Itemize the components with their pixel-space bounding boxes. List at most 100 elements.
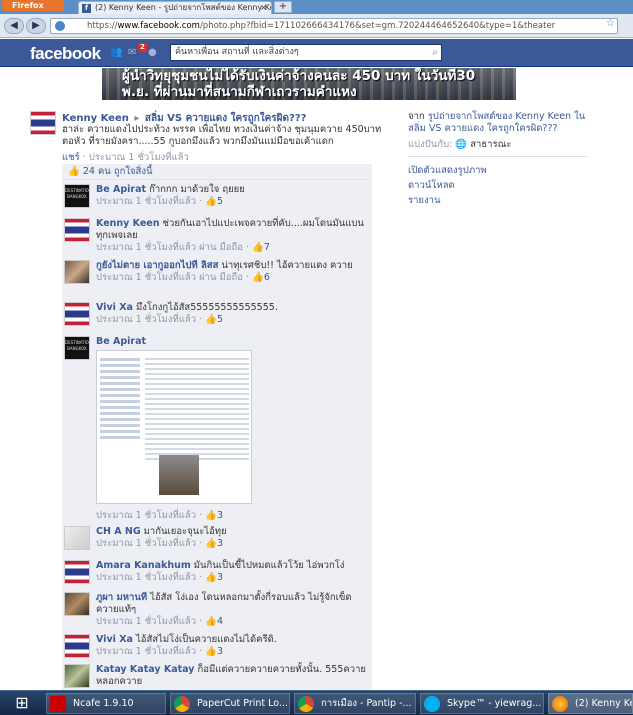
post-group-link[interactable]: สลิ่ม VS ควายแดง ใครถูกใครผิด??? [145, 113, 307, 124]
comment-item: Vivi Xa ไอ้สัสไม่โง่เป็นควายแดงไม่ได้ครี… [62, 632, 372, 664]
comment-item: Katay Katay Katay ก็อมีแต่ควายควายควายทั… [62, 662, 372, 692]
chrome-icon [174, 696, 190, 712]
forward-button[interactable]: ▶ [26, 18, 46, 34]
comment-meta: ประมาณ 1 ชั่วโมงที่แล้ว · 👍5 [96, 196, 224, 207]
commenter-avatar[interactable] [64, 634, 90, 658]
comment-like-count[interactable]: 6 [264, 272, 270, 283]
like-thumb-icon: 👍 [205, 196, 217, 207]
commenter-avatar[interactable] [64, 664, 90, 688]
browser-tab-active[interactable]: f (2) Kenny Keen - รูปถ่ายจากโพสต์ของ Ke… [78, 1, 272, 14]
site-identity-icon[interactable] [55, 21, 65, 31]
url-bar[interactable]: https://www.facebook.com/photo.php?fbid=… [50, 18, 618, 34]
new-tab-button[interactable]: + [274, 1, 292, 13]
likes-count[interactable]: 24 คน ถูกใจสิ่งนี้ [83, 166, 153, 177]
comment-like-count[interactable]: 7 [264, 242, 270, 253]
comment-time[interactable]: ประมาณ 1 ชั่วโมงที่แล้ว [96, 616, 196, 627]
commenter-name[interactable]: Be Apirat [96, 336, 146, 347]
comment-time[interactable]: ประมาณ 1 ชั่วโมงที่แล้ว [96, 272, 196, 283]
commenter-name[interactable]: Vivi Xa [96, 634, 133, 645]
comment-item: Kenny Keen ช่วยกันเอาไปแปะเพจควายที่คับ.… [62, 216, 372, 258]
comment-text: มันกินเป็นขี้ไปหมดแล้วโว้ย ไอ่พวกโง่ [193, 560, 345, 571]
comment-time[interactable]: ประมาณ 1 ชั่วโมงที่แล้ว [96, 538, 196, 549]
comment-via[interactable]: ผ่าน มือถือ [199, 272, 243, 283]
comment-like-count[interactable]: 3 [217, 510, 223, 521]
comment-via[interactable]: ผ่าน มือถือ [199, 242, 243, 253]
facebook-header: facebook 👥 ✉ 2 ● ค้นหาเพื่อน สถานที่ และ… [0, 39, 633, 67]
firefox-icon [552, 696, 568, 712]
taskbar-item-pantip[interactable]: การเมือง - Pantip -... [294, 693, 416, 714]
like-thumb-icon: 👍 [205, 616, 217, 627]
taskbar-item-papercut[interactable]: PaperCut Print Lo... [170, 693, 290, 714]
post-author-name[interactable]: Kenny Keen [62, 113, 129, 124]
taskbar-label: PaperCut Print Lo... [197, 698, 289, 709]
start-windows-icon[interactable]: ⊞ [4, 693, 40, 713]
comment-like-count[interactable]: 4 [217, 616, 223, 627]
commenter-avatar[interactable] [64, 560, 90, 584]
from-link[interactable]: รูปถ่ายจากโพสต์ของ Kenny Keen ใน สลิ่ม V… [408, 111, 585, 134]
comment-like-count[interactable]: 3 [217, 572, 223, 583]
comment-item: ภูผา มหานที ไอ้สัส โง่เอง โดนหลอกมาตั้งก… [62, 590, 372, 632]
comment-like-count[interactable]: 5 [217, 196, 223, 207]
commenter-avatar[interactable] [64, 526, 90, 550]
comment-like-count[interactable]: 3 [217, 646, 223, 657]
back-button[interactable]: ◀ [4, 18, 24, 34]
comment-like-count[interactable]: 5 [217, 314, 223, 325]
share-value[interactable]: สาธารณะ [470, 139, 511, 150]
photo-actions: เปิดตัวแสดงรูปภาพ ดาวน์โหลด รายงาน [408, 165, 487, 210]
skype-icon [424, 696, 440, 712]
notifications-icon[interactable]: ● [148, 47, 159, 58]
post-author-avatar[interactable] [30, 111, 56, 135]
comment-time[interactable]: ประมาณ 1 ชั่วโมงที่แล้ว [96, 314, 196, 325]
windows-taskbar: ⊞ Ncafe 1.9.10 PaperCut Print Lo... การเ… [0, 690, 633, 715]
download-link[interactable]: ดาวน์โหลด [408, 180, 487, 192]
commenter-avatar[interactable] [64, 260, 90, 284]
post-time[interactable]: ประมาณ 1 ชั่วโมงที่แล้ว [89, 152, 189, 163]
report-link[interactable]: รายงาน [408, 195, 487, 207]
open-viewer-link[interactable]: เปิดตัวแสดงรูปภาพ [408, 165, 487, 177]
commenter-name[interactable]: Vivi Xa [96, 302, 133, 313]
share-link[interactable]: แชร์ [62, 152, 80, 163]
photo-caption-banner[interactable]: ผู้นำวิทยุชุมชนไม่ได้รับเงินค่าจ้างคนละ … [102, 68, 516, 100]
comment-time[interactable]: ประมาณ 1 ชั่วโมงที่แล้ว [96, 196, 196, 207]
taskbar-item-skype[interactable]: Skype™ - yiewrag... [420, 693, 544, 714]
commenter-name[interactable]: CH A NG [96, 526, 141, 537]
commenter-name[interactable]: Be Apirat [96, 184, 146, 195]
bookmark-star-icon[interactable]: ☆ [606, 18, 615, 29]
like-thumb-icon: 👍 [252, 242, 264, 253]
commenter-avatar[interactable]: DESTINATION BANGKOK [64, 336, 90, 360]
tab-title: (2) Kenny Keen - รูปถ่ายจากโพสต์ของ Kenn… [95, 3, 271, 12]
comment-time[interactable]: ประมาณ 1 ชั่วโมงที่แล้ว [96, 646, 196, 657]
comment-time[interactable]: ประมาณ 1 ชั่วโมงที่แล้ว [96, 572, 196, 583]
comment-time[interactable]: ประมาณ 1 ชั่วโมงที่แล้ว [96, 510, 196, 521]
commenter-name[interactable]: Katay Katay Katay [96, 664, 195, 675]
commenter-name[interactable]: Amara Kanakhum [96, 560, 191, 571]
commenter-name[interactable]: ภูผา มหานที [96, 592, 147, 603]
commenter-avatar[interactable] [64, 592, 90, 616]
commenter-name[interactable]: Kenny Keen [96, 218, 160, 229]
taskbar-label: Skype™ - yiewrag... [447, 698, 542, 709]
friend-requests-icon[interactable]: 👥 [110, 47, 122, 58]
comment-time[interactable]: ประมาณ 1 ชั่วโมงที่แล้ว [96, 242, 196, 253]
search-input[interactable]: ค้นหาเพื่อน สถานที่ และสิ่งต่างๆ ⌕ [170, 44, 442, 61]
comment-meta: ประมาณ 1 ชั่วโมงที่แล้ว · 👍3 [96, 646, 224, 657]
browser-nav-bar: ◀ ▶ https://www.facebook.com/photo.php?f… [0, 14, 633, 38]
facebook-logo[interactable]: facebook [30, 44, 101, 64]
search-icon[interactable]: ⌕ [432, 45, 438, 60]
firefox-menu-button[interactable]: Firefox [2, 0, 64, 11]
commenter-avatar[interactable] [64, 218, 90, 242]
taskbar-item-firefox[interactable]: (2) Kenny Ke... [548, 693, 633, 714]
commenter-avatar[interactable]: DESTINATION BANGKOK [64, 184, 90, 208]
like-thumb-icon: 👍 [205, 510, 217, 521]
tab-close-icon[interactable]: × [260, 2, 267, 14]
comment-meta: ประมาณ 1 ชั่วโมงที่แล้ว · 👍3 [96, 572, 224, 583]
taskbar-item-ncafe[interactable]: Ncafe 1.9.10 [46, 693, 166, 714]
post-meta: แชร์ · ประมาณ 1 ชั่วโมงที่แล้ว [62, 152, 189, 163]
likes-summary[interactable]: 👍 24 คน ถูกใจสิ่งนี้ [62, 164, 372, 180]
comment-attached-screenshot[interactable] [96, 350, 252, 504]
from-prefix: จาก [408, 111, 425, 122]
comments-list: DESTINATION BANGKOK Be Apirat ก๊ากกก มาด้… [62, 180, 372, 690]
comment-item: DESTINATION BANGKOK Be Apirat ประมาณ 1 ชั… [62, 334, 372, 521]
commenter-name[interactable]: กูยังไม่ตาย เอากูออกไปที ลิสส [96, 260, 218, 271]
commenter-avatar[interactable] [64, 302, 90, 326]
comment-like-count[interactable]: 3 [217, 538, 223, 549]
